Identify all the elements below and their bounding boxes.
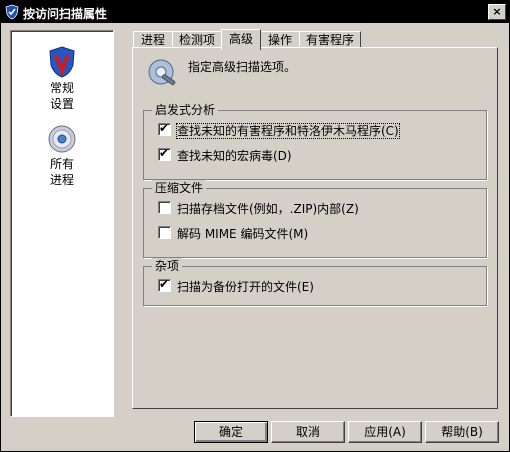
checkbox[interactable]: ✔ bbox=[158, 146, 171, 161]
advanced-tab-panel: 指定高级扫描选项。 启发式分析 ✔ 查找未知的有害程序和特洛伊木马程序(C) ✔ 查… bbox=[132, 47, 498, 409]
tab-label: 检测项 bbox=[178, 33, 215, 47]
properties-window: 按访问扫描属性 × 常规 设置 所有 进程 进程 检测项 高级 操作 有害程序 … bbox=[0, 0, 510, 452]
group-title: 启发式分析 bbox=[152, 102, 219, 118]
tab-label: 进程 bbox=[140, 33, 165, 47]
tab-harmful-programs[interactable]: 有害程序 bbox=[299, 31, 361, 48]
button-label: 帮助(B) bbox=[441, 425, 483, 439]
window-title: 按访问扫描属性 bbox=[23, 7, 108, 21]
option-label: 解码 MIME 编码文件(M) bbox=[177, 227, 309, 241]
shield-v-icon bbox=[49, 46, 75, 78]
decode-mime-option[interactable]: 解码 MIME 编码文件(M) bbox=[158, 226, 308, 242]
misc-group: 杂项 ✔ 扫描为备份打开的文件(E) bbox=[143, 258, 487, 306]
title-bar[interactable]: 按访问扫描属性 × bbox=[1, 1, 509, 23]
tab-label: 高级 bbox=[228, 32, 253, 46]
cancel-button[interactable]: 取消 bbox=[271, 421, 345, 443]
option-label: 查找未知的有害程序和特洛伊木马程序(C) bbox=[176, 123, 400, 139]
sidebar-item-all-processes[interactable]: 所有 进程 bbox=[11, 123, 113, 187]
tab-actions[interactable]: 操作 bbox=[260, 31, 300, 48]
panel-description: 指定高级扫描选项。 bbox=[188, 60, 297, 74]
ok-button[interactable]: 确定 bbox=[194, 421, 268, 443]
close-button[interactable]: × bbox=[488, 4, 506, 20]
unknown-macro-viruses-option[interactable]: ✔ 查找未知的宏病毒(D) bbox=[158, 146, 292, 164]
option-label: 扫描为备份打开的文件(E) bbox=[177, 280, 314, 294]
sidebar-item-label: 常规 bbox=[49, 81, 74, 95]
checkbox[interactable]: ✔ bbox=[158, 277, 171, 292]
scan-archives-option[interactable]: 扫描存档文件(例如，.ZIP)内部(Z) bbox=[158, 201, 359, 217]
button-label: 取消 bbox=[295, 425, 320, 439]
disc-icon bbox=[48, 125, 76, 153]
heuristic-analysis-group: 启发式分析 ✔ 查找未知的有害程序和特洛伊木马程序(C) ✔ 查找未知的宏病毒(D) bbox=[143, 102, 487, 180]
button-label: 确定 bbox=[218, 425, 243, 439]
tab-label: 操作 bbox=[267, 33, 292, 47]
group-title: 压缩文件 bbox=[152, 180, 207, 196]
sidebar-item-label: 设置 bbox=[49, 97, 74, 111]
tab-label: 有害程序 bbox=[305, 33, 354, 47]
button-label: 应用(A) bbox=[364, 425, 406, 439]
close-icon: × bbox=[492, 5, 502, 18]
unknown-harmful-programs-option[interactable]: ✔ 查找未知的有害程序和特洛伊木马程序(C) bbox=[158, 121, 400, 139]
sidebar: 常规 设置 所有 进程 bbox=[10, 30, 114, 417]
shield-check-icon bbox=[5, 4, 19, 20]
checkbox[interactable]: ✔ bbox=[158, 121, 171, 136]
settings-wrench-icon bbox=[148, 59, 176, 86]
checkmark-icon: ✔ bbox=[159, 121, 170, 135]
compressed-files-group: 压缩文件 扫描存档文件(例如，.ZIP)内部(Z) 解码 MIME 编码文件(M… bbox=[143, 180, 487, 258]
tab-detection-items[interactable]: 检测项 bbox=[172, 31, 222, 48]
option-label: 查找未知的宏病毒(D) bbox=[177, 149, 292, 163]
checkbox[interactable] bbox=[158, 201, 171, 214]
checkbox[interactable] bbox=[158, 226, 171, 239]
sidebar-item-label: 进程 bbox=[49, 173, 74, 187]
scan-backup-files-option[interactable]: ✔ 扫描为备份打开的文件(E) bbox=[158, 277, 314, 295]
checkmark-icon: ✔ bbox=[159, 146, 170, 160]
tab-advanced[interactable]: 高级 bbox=[221, 29, 261, 50]
group-title: 杂项 bbox=[152, 258, 183, 274]
checkmark-icon: ✔ bbox=[159, 277, 170, 291]
option-label: 扫描存档文件(例如，.ZIP)内部(Z) bbox=[177, 202, 359, 216]
tab-processes[interactable]: 进程 bbox=[133, 31, 173, 48]
help-button[interactable]: 帮助(B) bbox=[425, 421, 499, 443]
sidebar-item-general-settings[interactable]: 常规 设置 bbox=[11, 45, 113, 111]
apply-button[interactable]: 应用(A) bbox=[348, 421, 422, 443]
sidebar-item-label: 所有 bbox=[49, 157, 74, 171]
